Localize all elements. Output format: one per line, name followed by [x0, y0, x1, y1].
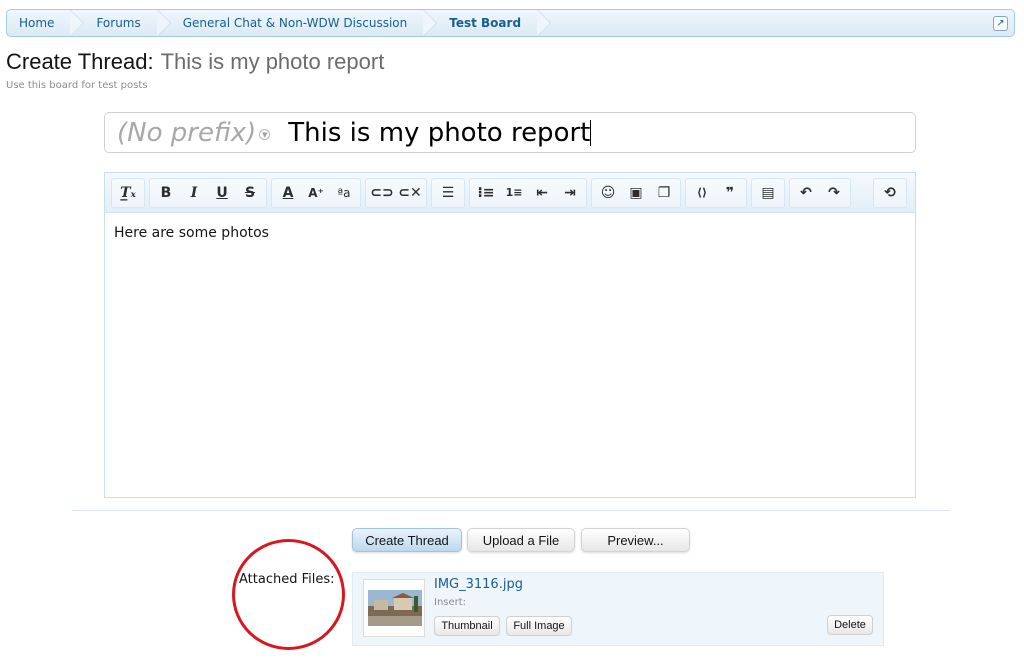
indent-icon[interactable]: ⇥ [556, 179, 584, 207]
page-title-name: This is my photo report [160, 49, 385, 74]
editor-content[interactable]: Here are some photos [105, 213, 915, 253]
undo-icon[interactable]: ↶ [792, 179, 820, 207]
toolbar-group-font: A A⁺ ªa [271, 177, 361, 208]
attachment-item: IMG_3116.jpg Insert: Thumbnail Full Imag… [352, 572, 884, 646]
attachment-thumbnail[interactable] [363, 579, 425, 637]
unlink-icon[interactable]: ⊂✕ [396, 179, 424, 207]
delete-attachment-button[interactable]: Delete [827, 615, 873, 635]
toolbar-group-style: B I U S [149, 177, 267, 208]
toolbar-group-mode: ⟲ [873, 178, 907, 208]
quote-icon[interactable]: ❞ [716, 179, 744, 207]
toolbar-group-link: ⊂⊃ ⊂✕ [365, 177, 427, 208]
italic-icon[interactable]: I [180, 179, 208, 207]
image-icon[interactable]: ▣ [622, 179, 650, 207]
font-family-icon[interactable]: ªa [330, 179, 358, 207]
underline-icon[interactable]: U [208, 179, 236, 207]
bullet-list-icon[interactable]: ⁝≡ [472, 179, 500, 207]
save-draft-icon[interactable]: ▤ [754, 179, 782, 207]
page-subtitle: Use this board for test posts [6, 80, 148, 91]
code-icon[interactable]: ⟨⟩ [688, 179, 716, 207]
prefix-selector[interactable]: (No prefix) ▼ [117, 117, 271, 148]
bold-icon[interactable]: B [152, 179, 180, 207]
editor-toolbar: T̲ₓ B I U S A A⁺ ªa ⊂⊃ ⊂✕ ☰ ⁝≡ 1≡ ⇤ ⇥ ☺ … [105, 173, 915, 213]
breadcrumb-forums[interactable]: Forums [84, 10, 172, 36]
thread-title-field[interactable]: (No prefix) ▼ This is my photo report [104, 112, 916, 153]
photo-thumbnail-image [368, 590, 422, 626]
preview-button[interactable]: Preview... [581, 528, 690, 552]
toolbar-group-list: ⁝≡ 1≡ ⇤ ⇥ [469, 177, 587, 208]
page-title-label: Create Thread: [6, 49, 154, 74]
attached-files-label: Attached Files: [239, 572, 335, 587]
breadcrumb: Home Forums General Chat & Non-WDW Discu… [6, 9, 1015, 37]
link-icon[interactable]: ⊂⊃ [368, 179, 396, 207]
breadcrumb-test-board[interactable]: Test Board [437, 10, 551, 36]
upload-file-button[interactable]: Upload a File [467, 528, 575, 552]
font-size-icon[interactable]: A⁺ [302, 179, 330, 207]
popout-arrow-icon[interactable]: ↗ [993, 16, 1008, 31]
breadcrumb-home[interactable]: Home [7, 10, 85, 36]
chevron-down-icon: ▼ [259, 129, 271, 140]
toolbar-group-block: ⟨⟩ ❞ [685, 177, 747, 208]
message-editor: T̲ₓ B I U S A A⁺ ªa ⊂⊃ ⊂✕ ☰ ⁝≡ 1≡ ⇤ ⇥ ☺ … [104, 172, 916, 498]
toolbar-group-history: ↶ ↷ [789, 177, 851, 208]
toolbar-group-format: T̲ₓ [111, 177, 145, 208]
thread-title-input[interactable]: This is my photo report [288, 117, 592, 148]
align-icon[interactable]: ☰ [434, 179, 462, 207]
smiley-icon[interactable]: ☺ [594, 179, 622, 207]
text-color-icon[interactable]: A [274, 179, 302, 207]
insert-full-image-button[interactable]: Full Image [506, 616, 572, 636]
attachment-filename-link[interactable]: IMG_3116.jpg [434, 577, 523, 592]
thread-title-value: This is my photo report [288, 117, 591, 148]
page-title: Create Thread: This is my photo report [6, 49, 384, 75]
insert-label: Insert: [434, 597, 467, 608]
toggle-bbcode-icon[interactable]: ⟲ [876, 179, 904, 207]
media-icon[interactable]: ❐ [650, 179, 678, 207]
prefix-label: (No prefix) [117, 117, 257, 148]
toolbar-group-insert: ☺ ▣ ❐ [591, 177, 681, 208]
text-caret [590, 120, 592, 146]
strikethrough-icon[interactable]: S [236, 179, 264, 207]
divider [72, 510, 950, 511]
breadcrumb-general-chat[interactable]: General Chat & Non-WDW Discussion [171, 10, 437, 36]
create-thread-button[interactable]: Create Thread [352, 528, 462, 552]
insert-thumbnail-button[interactable]: Thumbnail [434, 616, 500, 636]
outdent-icon[interactable]: ⇤ [528, 179, 556, 207]
remove-format-icon[interactable]: T̲ₓ [114, 179, 142, 207]
redo-icon[interactable]: ↷ [820, 179, 848, 207]
toolbar-group-draft: ▤ [751, 177, 785, 208]
numbered-list-icon[interactable]: 1≡ [500, 179, 528, 207]
highlight-circle [232, 539, 345, 650]
toolbar-group-align: ☰ [431, 177, 465, 208]
